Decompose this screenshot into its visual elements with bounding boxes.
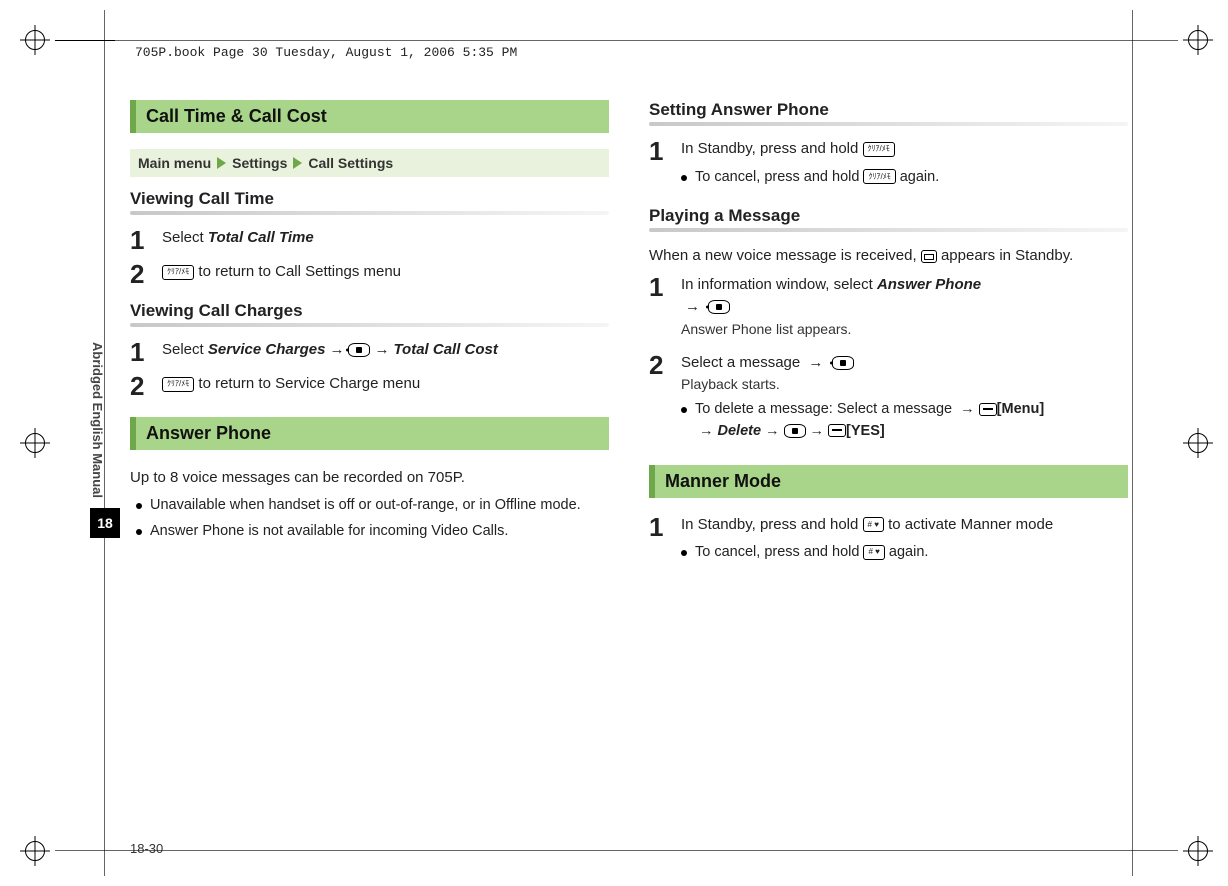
bullet-text: Answer Phone is not available for incomi… — [150, 521, 508, 543]
arrow-icon: → — [806, 423, 829, 439]
softkey-icon — [828, 424, 846, 437]
step-text: Select — [162, 229, 208, 246]
step-text: to activate Manner mode — [884, 516, 1053, 533]
center-key-icon — [348, 343, 370, 357]
menu-item: Total Call Cost — [393, 341, 497, 358]
step-subtext: Playback starts. — [681, 374, 1128, 395]
step-text: to return to Call Settings menu — [194, 263, 401, 280]
breadcrumb: Main menu Settings Call Settings — [130, 149, 609, 177]
step-text: In Standby, press and hold — [681, 140, 863, 157]
bullet: Unavailable when handset is off or out-o… — [130, 495, 609, 517]
bullet-dot-icon — [681, 407, 687, 413]
bullet-text: To cancel, press and hold — [695, 544, 863, 560]
step-number: 2 — [130, 261, 152, 287]
step-number: 1 — [130, 227, 152, 253]
step-text: to return to Service Charge menu — [194, 375, 420, 392]
bullet-dot-icon — [681, 550, 687, 556]
menu-item: Delete — [718, 423, 762, 439]
clear-memo-key-icon: ｸﾘｱ/ﾒﾓ — [863, 169, 895, 184]
clear-memo-key-icon: ｸﾘｱ/ﾒﾓ — [162, 265, 194, 280]
step-number: 1 — [649, 274, 671, 300]
clear-memo-key-icon: ｸﾘｱ/ﾒﾓ — [863, 142, 895, 157]
bullet-text: To delete a message: Select a message — [695, 401, 956, 417]
left-column: Call Time & Call Cost Main menu Settings… — [130, 100, 609, 576]
step: 2 Select a message → Playback starts. To… — [649, 352, 1128, 447]
step-number: 2 — [649, 352, 671, 378]
step: 1 Select Service Charges→→Total Call Cos… — [130, 339, 609, 365]
para-text: appears in Standby. — [937, 247, 1073, 264]
step-text: Select a message — [681, 354, 804, 371]
pdf-header: 705P.book Page 30 Tuesday, August 1, 200… — [135, 45, 517, 60]
hash-key-icon: # ♥ — [863, 545, 884, 560]
section-call-time-cost: Call Time & Call Cost — [130, 100, 609, 133]
bullet-dot-icon — [136, 529, 142, 535]
step: 2 ｸﾘｱ/ﾒﾓ to return to Service Charge men… — [130, 373, 609, 399]
step-text: In information window, select — [681, 276, 877, 293]
step: 1 In information window, select Answer P… — [649, 274, 1128, 344]
paragraph: When a new voice message is received, ap… — [649, 244, 1128, 267]
subhead-playing-message: Playing a Message — [649, 206, 1128, 226]
bullet-text: again. — [896, 169, 940, 185]
bullet-text: again. — [885, 544, 929, 560]
rule — [649, 228, 1128, 232]
bullet-dot-icon — [136, 503, 142, 509]
section-answer-phone: Answer Phone — [130, 417, 609, 450]
page-body: Abridged English Manual 18 Call Time & C… — [130, 100, 1128, 826]
step: 1 Select Total Call Time — [130, 227, 609, 253]
side-tab: Abridged English Manual 18 — [90, 342, 118, 538]
menu-item: Service Charges — [208, 341, 326, 358]
subhead-viewing-call-time: Viewing Call Time — [130, 189, 609, 209]
step-number: 1 — [130, 339, 152, 365]
bullet: Answer Phone is not available for incomi… — [130, 521, 609, 543]
rule — [649, 122, 1128, 126]
softkey-icon — [979, 403, 997, 416]
step-number: 2 — [130, 373, 152, 399]
rule — [130, 323, 609, 327]
subhead-setting-answer-phone: Setting Answer Phone — [649, 100, 1128, 120]
step-number: 1 — [649, 138, 671, 164]
voicemail-icon — [921, 250, 937, 263]
softkey-label: [YES] — [846, 423, 885, 439]
menu-item: Answer Phone — [877, 276, 981, 293]
center-key-icon — [832, 356, 854, 370]
bullet-dot-icon — [681, 175, 687, 181]
softkey-label: [Menu] — [997, 401, 1045, 417]
hash-key-icon: # ♥ — [863, 517, 884, 532]
bullet-text: Unavailable when handset is off or out-o… — [150, 495, 581, 517]
bc-main: Main menu — [138, 155, 211, 171]
step-number: 1 — [649, 514, 671, 540]
arrow-icon: → — [681, 298, 704, 315]
bullet-text: To cancel, press and hold — [695, 169, 863, 185]
bc-arrow-icon — [217, 157, 226, 169]
step: 2 ｸﾘｱ/ﾒﾓ to return to Call Settings menu — [130, 261, 609, 287]
side-label: Abridged English Manual — [90, 342, 105, 498]
step: 1 In Standby, press and hold # ♥ to acti… — [649, 514, 1128, 568]
step-text: In Standby, press and hold — [681, 516, 863, 533]
bc-arrow-icon — [293, 157, 302, 169]
clear-memo-key-icon: ｸﾘｱ/ﾒﾓ — [162, 377, 194, 392]
arrow-icon: → — [761, 423, 784, 439]
arrow-icon: → — [695, 423, 718, 439]
bc-call-settings: Call Settings — [308, 155, 393, 171]
chapter-number-box: 18 — [90, 508, 120, 538]
arrow-icon: → — [804, 354, 827, 371]
subhead-viewing-call-charges: Viewing Call Charges — [130, 301, 609, 321]
arrow-icon: → — [370, 341, 393, 358]
page-number: 18-30 — [130, 841, 163, 856]
arrow-icon: → — [956, 401, 979, 417]
step: 1 In Standby, press and hold ｸﾘｱ/ﾒﾓ To c… — [649, 138, 1128, 192]
center-key-icon — [784, 424, 806, 438]
step-text: Select — [162, 341, 208, 358]
rule — [130, 211, 609, 215]
arrow-icon: → — [325, 341, 348, 358]
para-text: When a new voice message is received, — [649, 247, 921, 264]
right-column: Setting Answer Phone 1 In Standby, press… — [649, 100, 1128, 576]
section-manner-mode: Manner Mode — [649, 465, 1128, 498]
center-key-icon — [708, 300, 730, 314]
bc-settings: Settings — [232, 155, 287, 171]
menu-item: Total Call Time — [208, 229, 314, 246]
paragraph: Up to 8 voice messages can be recorded o… — [130, 466, 609, 489]
step-subtext: Answer Phone list appears. — [681, 319, 1128, 340]
